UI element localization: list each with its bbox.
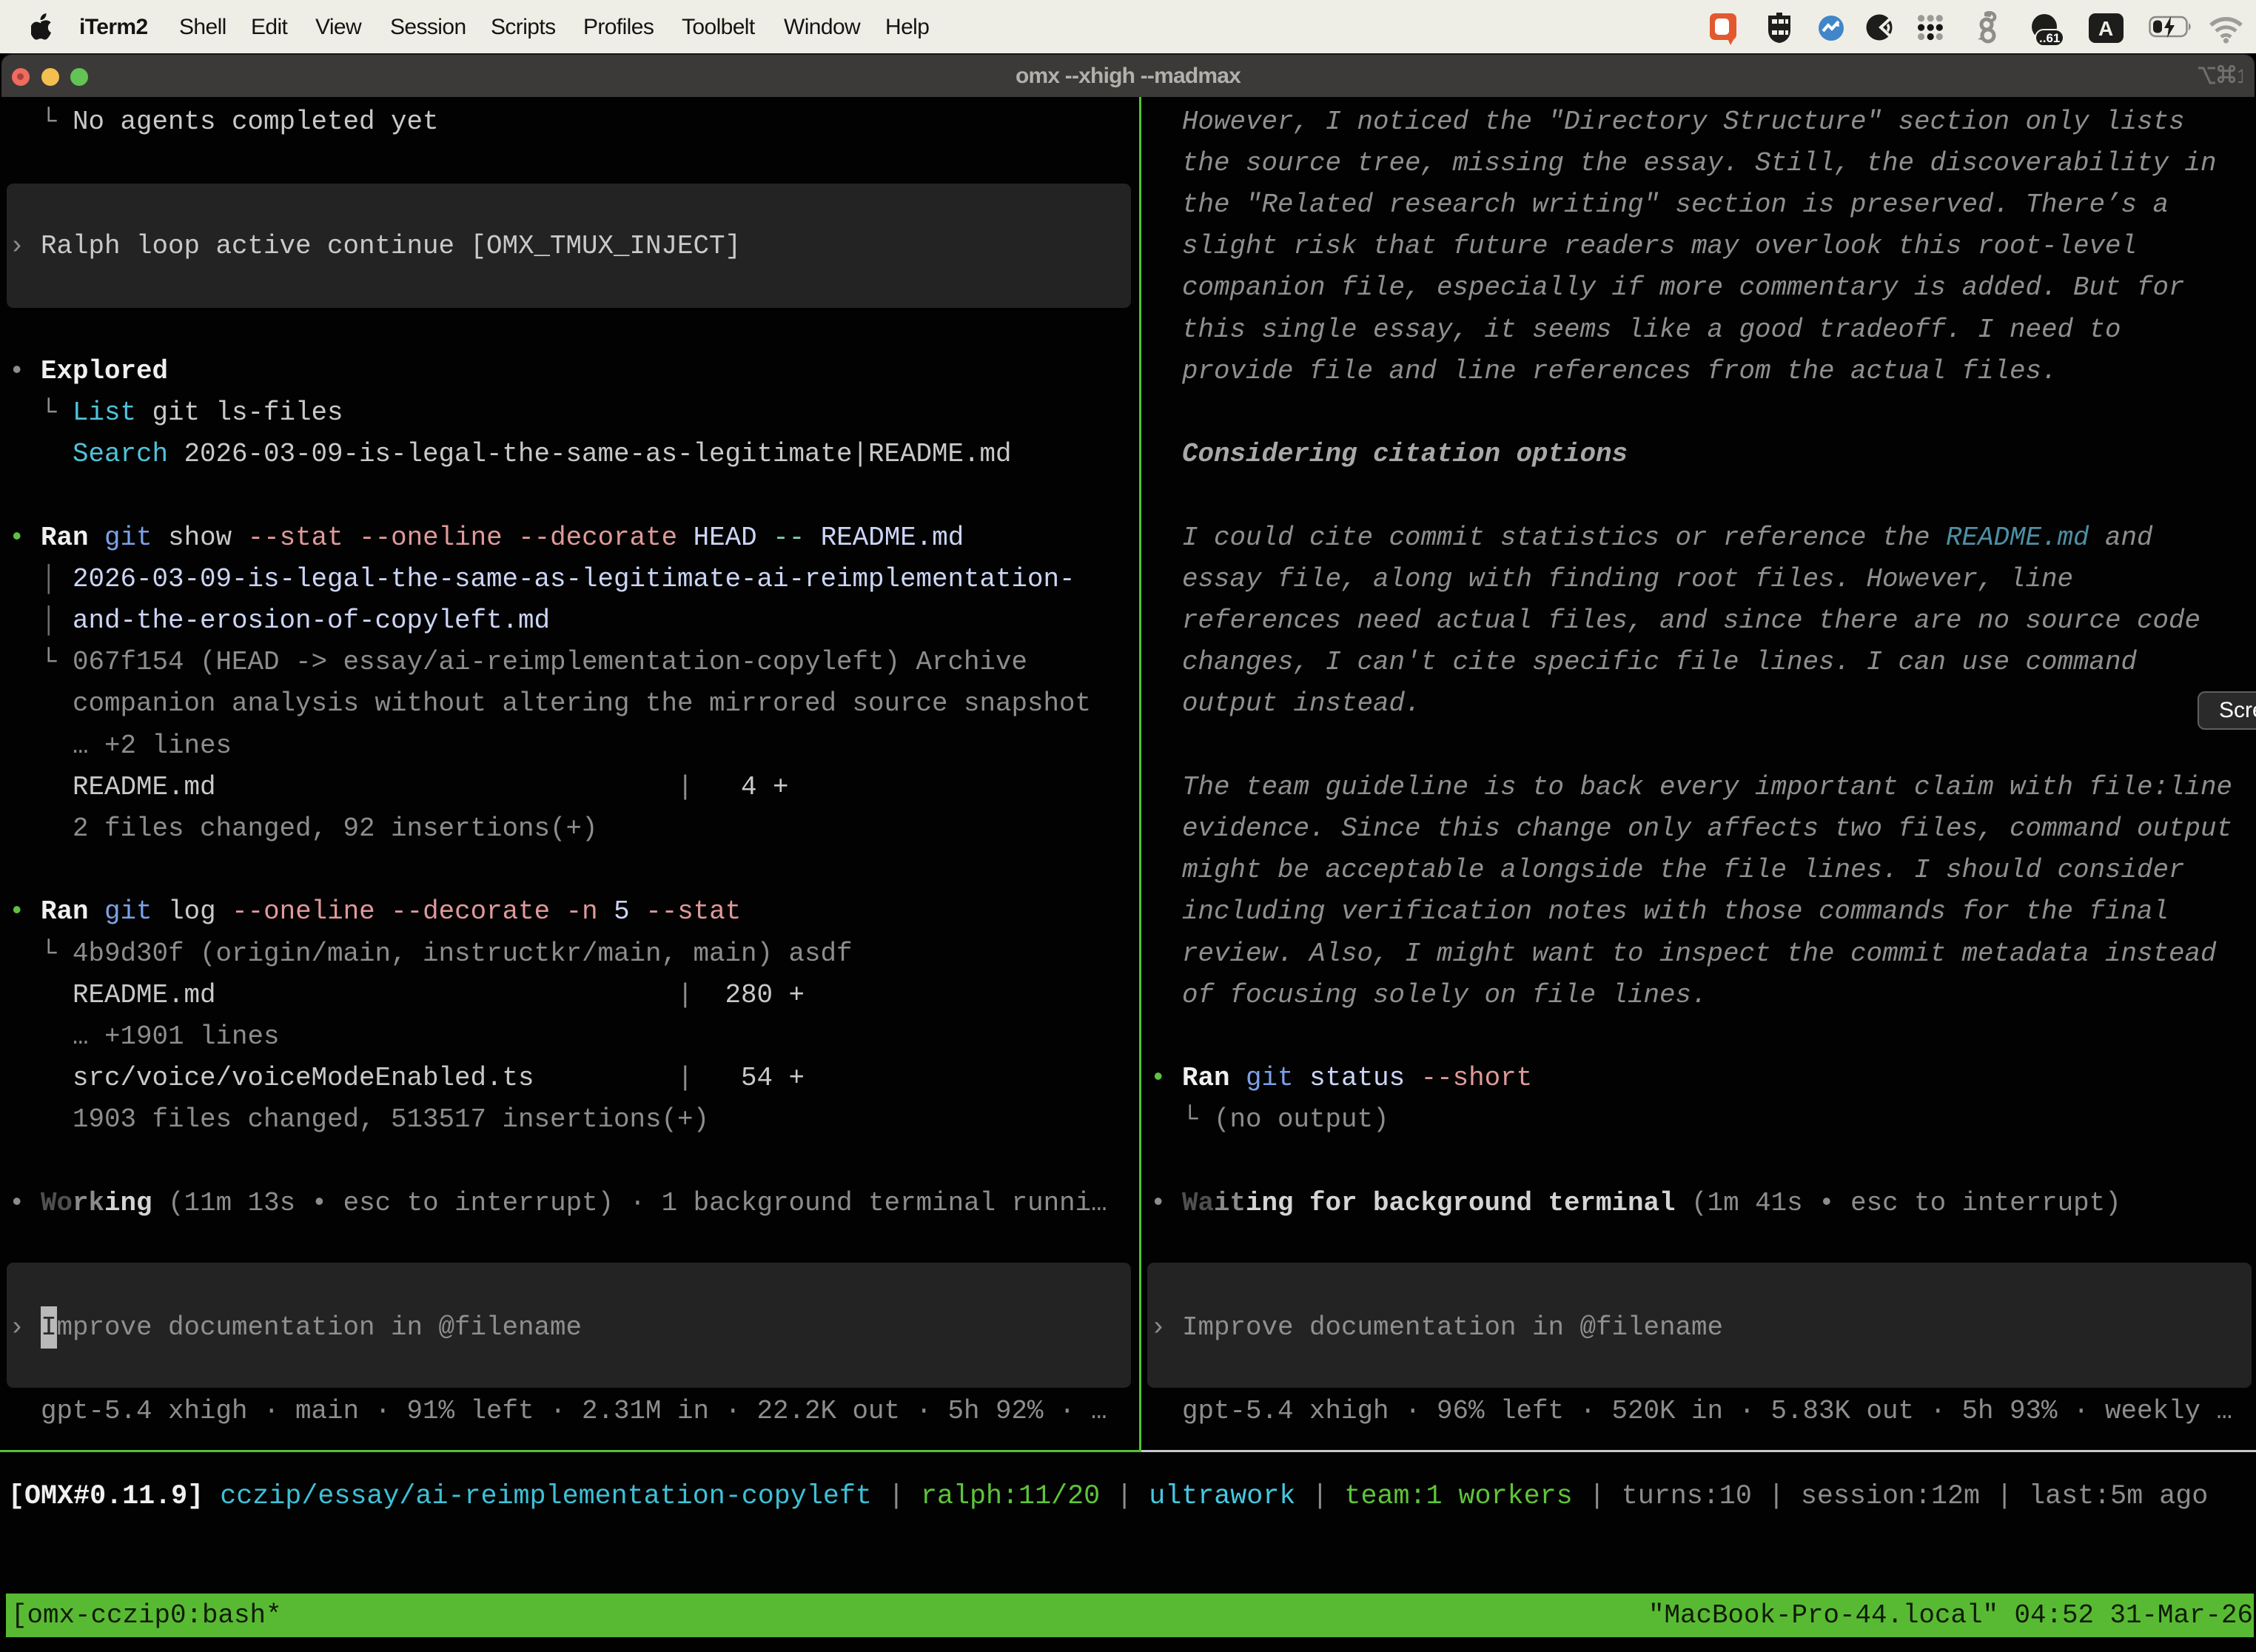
svg-text:..61: ..61 [2039,31,2060,45]
svg-text:1: 1 [2237,65,2243,86]
svg-text:A: A [2098,17,2113,40]
